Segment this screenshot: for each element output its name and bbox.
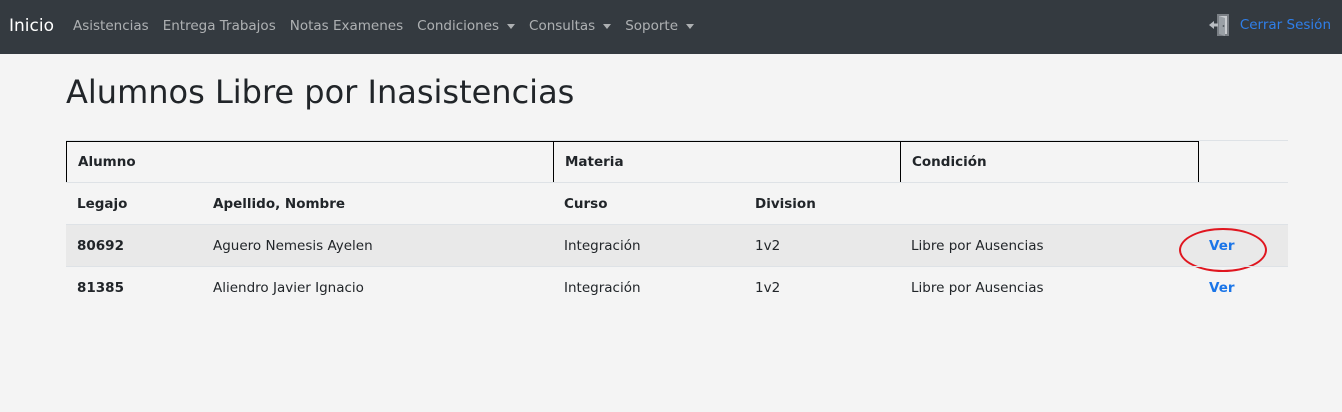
logout-link[interactable]: Cerrar Sesión [1208,12,1331,38]
cell-legajo: 80692 [77,238,124,254]
table-row: 80692 Aguero Nemesis Ayelen Integración … [66,224,1288,272]
group-header-label: Materia [565,154,624,170]
cell-condicion: Libre por Ausencias [911,280,1044,296]
logout-label: Cerrar Sesión [1239,17,1331,33]
group-header-label: Condición [912,154,987,170]
table-row: 81385 Aliendro Javier Ignacio Integració… [66,266,1288,308]
nav-link-label: Condiciones [417,18,500,34]
nav-dropdown-soporte[interactable]: Soporte [625,17,695,35]
group-header-materia: Materia [553,141,901,183]
cell-division: 1v2 [755,280,781,296]
cell-division: 1v2 [755,238,781,254]
nav-link-label: Consultas [529,18,596,34]
brand-link[interactable]: Inicio [9,14,54,38]
caret-down-icon [603,24,612,29]
cell-curso: Integración [564,280,641,296]
top-navbar: Inicio Asistencias Entrega Trabajos Nota… [0,0,1342,54]
nav-link-label: Notas Examenes [289,18,404,34]
nav-link-label: Entrega Trabajos [162,18,276,34]
caret-down-icon [507,24,516,29]
nav-link-asistencias[interactable]: Asistencias [73,17,149,35]
group-header-condicion: Condición [900,141,1199,183]
group-header-label: Alumno [78,154,136,170]
cell-legajo: 81385 [77,280,124,296]
column-header-legajo: Legajo [77,196,128,212]
door-exit-icon [1208,14,1229,36]
column-header-division: Division [755,196,816,212]
nav-link-label: Soporte [625,18,679,34]
cell-condicion: Libre por Ausencias [911,238,1044,254]
cell-nombre: Aliendro Javier Ignacio [213,280,364,296]
column-header-curso: Curso [564,196,608,212]
nav-dropdown-consultas[interactable]: Consultas [529,17,612,35]
group-header-row: Alumno Materia Condición [66,140,1288,183]
cell-curso: Integración [564,238,641,254]
nav-dropdown-condiciones[interactable]: Condiciones [417,17,516,35]
caret-down-icon [686,24,695,29]
students-table: Alumno Materia Condición Legajo Apellido… [66,140,1288,308]
column-header-row: Legajo Apellido, Nombre Curso Division [66,182,1288,224]
page-title: Alumnos Libre por Inasistencias [66,73,575,111]
nav-link-notas-examenes[interactable]: Notas Examenes [290,17,403,35]
cell-nombre: Aguero Nemesis Ayelen [213,238,373,254]
ver-link[interactable]: Ver [1209,225,1235,267]
column-header-nombre: Apellido, Nombre [213,196,346,212]
group-header-alumno: Alumno [66,141,554,183]
nav-links: Asistencias Entrega Trabajos Notas Exame… [73,17,708,35]
ver-link[interactable]: Ver [1209,267,1235,309]
nav-link-label: Asistencias [73,18,149,34]
nav-link-entrega-trabajos[interactable]: Entrega Trabajos [163,17,276,35]
